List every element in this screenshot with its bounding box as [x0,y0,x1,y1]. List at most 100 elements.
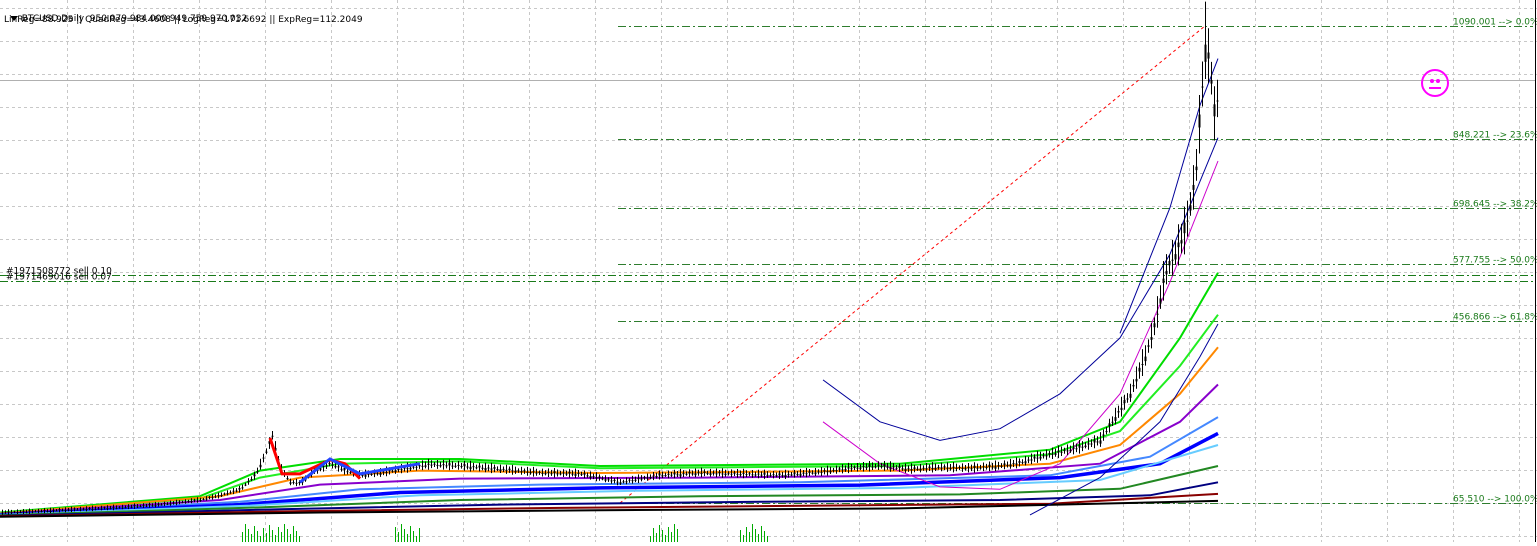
price-candle [466,466,469,468]
price-candle [25,511,28,513]
price-candle [214,496,217,498]
price-candle [1060,451,1063,453]
price-candle [649,477,652,479]
price-candle [427,463,430,465]
price-candle [1120,407,1123,410]
price-candle [769,474,772,476]
price-candle [931,467,934,469]
price-candle [949,467,952,470]
price-candle [823,470,826,472]
price-candle [664,475,667,477]
price-candle [28,510,31,512]
price-candle [631,480,634,482]
price-candle [1141,364,1144,366]
regression-curve [1119,58,1219,334]
price-candle [1054,453,1057,455]
price-candle [856,467,859,469]
price-candle [637,478,640,480]
price-candle [1048,453,1051,455]
price-candle [496,469,499,471]
price-candle [424,465,427,467]
price-candle [1024,461,1027,464]
price-candle [154,504,157,507]
price-candle [571,473,574,475]
price-candle [397,469,400,471]
price-chart[interactable]: 1090.001 --> 0.0% 848.221 --> 23.6% 698.64… [0,0,1537,542]
price-candle [850,468,853,470]
price-candle [187,501,190,503]
price-candle [1084,445,1087,448]
price-candle [52,510,55,512]
price-candle [181,502,184,504]
price-candle [1111,421,1114,423]
price-candle [1153,323,1156,328]
price-candle [1150,337,1153,340]
price-candle [736,473,739,475]
price-candle [538,471,541,473]
price-candle [703,471,706,474]
grid [0,0,1537,542]
price-candle [643,477,646,479]
price-candle [1147,345,1150,347]
price-candle [346,471,349,473]
price-candle [289,482,292,484]
price-candle [100,508,103,510]
price-candle [433,463,436,465]
price-candle [1108,423,1111,427]
price-candle [589,475,592,478]
price-candle [148,504,151,506]
price-candle [1177,242,1180,248]
price-bars [1,1,1219,515]
price-candle [886,466,889,468]
price-candle [967,467,970,469]
price-candle [244,484,247,486]
price-candle [46,510,49,512]
price-candle [763,472,766,475]
price-candle [730,473,733,475]
price-candle [1027,459,1030,461]
price-candle [1123,399,1126,404]
price-candle [661,475,664,477]
price-candle [634,479,637,481]
price-candle [913,467,916,469]
price-candle [784,474,787,477]
price-candle [805,473,808,475]
price-candle [259,464,262,468]
price-candle [505,469,508,471]
price-candle [529,472,532,474]
price-candle [922,467,925,469]
price-candle [31,511,34,513]
price-candle [607,479,610,481]
price-candle [58,509,61,511]
price-candle [751,474,754,476]
volume-bars [242,524,768,542]
price-candle [811,472,814,474]
price-candle [583,473,586,475]
price-candle [523,470,526,472]
order-lines[interactable]: #1971508772 sell 0.10#1971469016 sell 0.… [0,267,1533,283]
price-candle [766,474,769,476]
price-candle [472,466,475,468]
price-candle [610,480,613,482]
price-candle [904,468,907,471]
price-candle [1204,44,1207,62]
price-candle [517,470,520,472]
price-candle [862,466,865,468]
price-candle [1102,434,1105,436]
price-candle [16,511,19,513]
price-candle [727,473,730,475]
price-candle [1195,166,1198,171]
order-label: #1971469016 sell 0.07 [6,273,112,283]
chart-area[interactable]: 1090.001 --> 0.0% 848.221 --> 23.6% 698.64… [0,0,1537,542]
price-candle [724,473,727,476]
price-candle [1096,441,1099,443]
price-candle [781,475,784,477]
price-candle [7,511,10,513]
price-candle [160,504,163,506]
price-candle [910,469,913,471]
price-candle [748,473,751,475]
price-candle [733,472,736,474]
price-candle [889,467,892,470]
price-candle [55,510,58,512]
price-candle [787,473,790,475]
